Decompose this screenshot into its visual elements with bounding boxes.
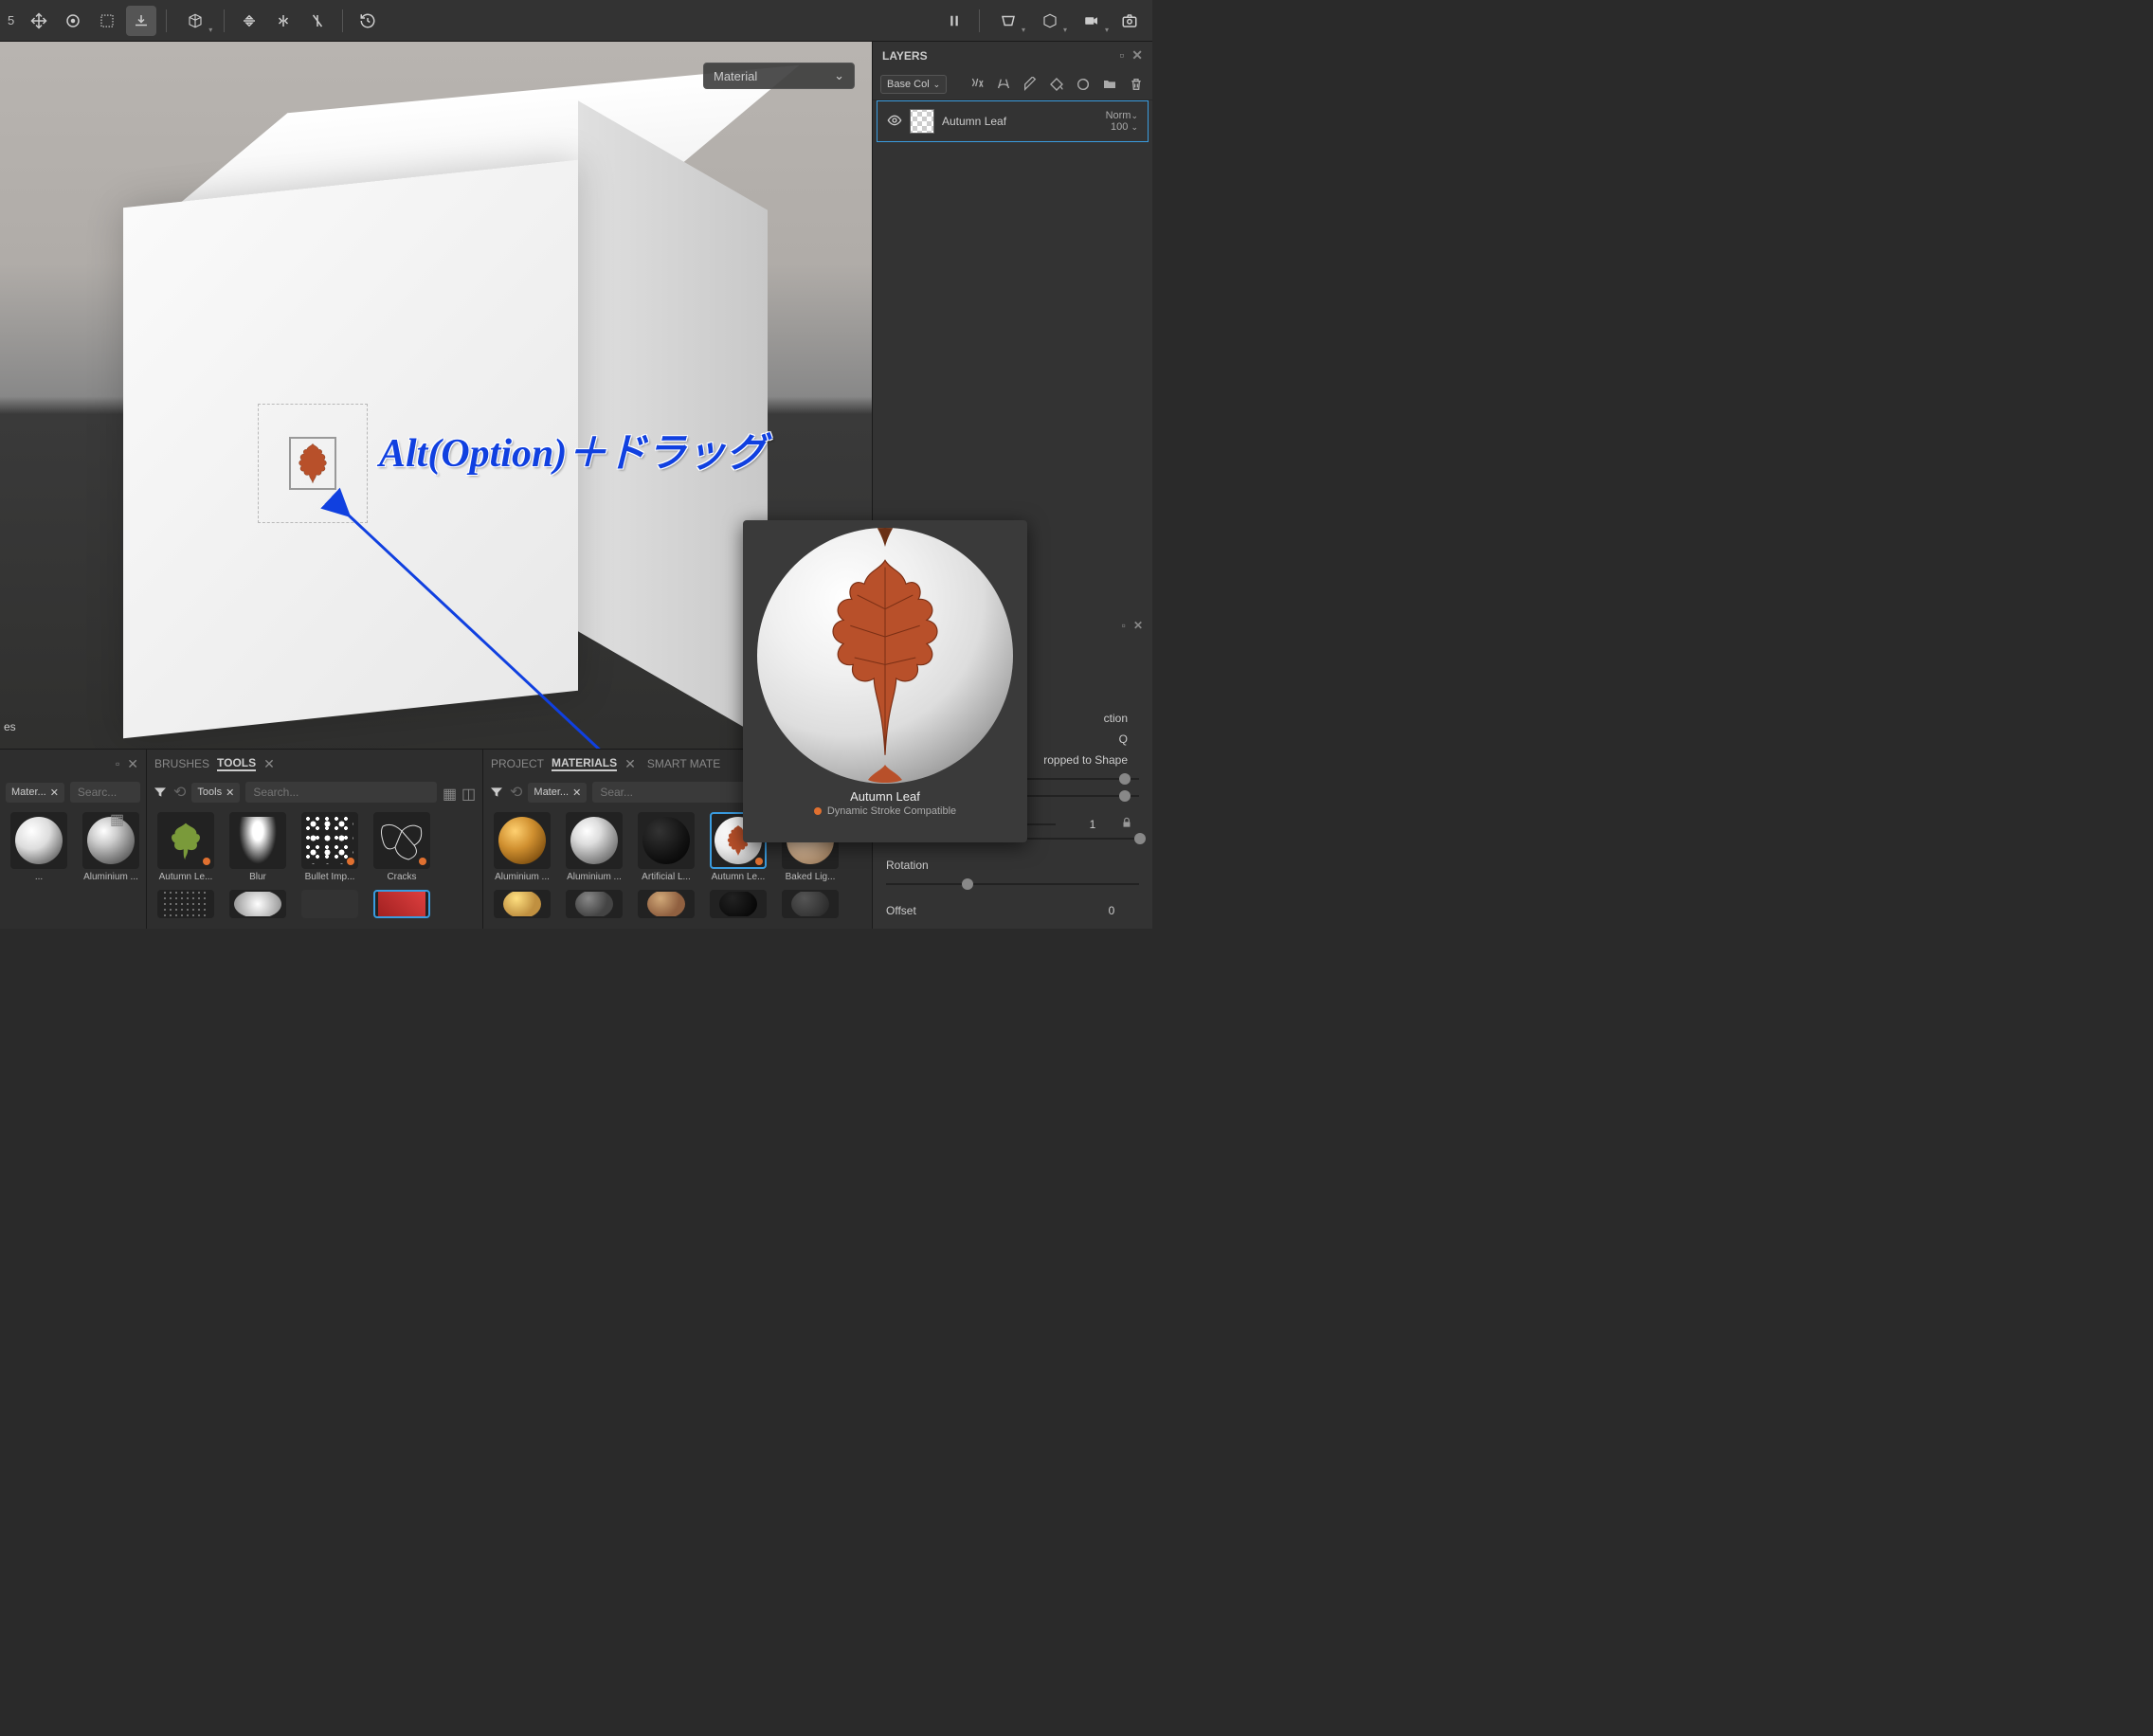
undock-icon[interactable]: ▫: [1119, 47, 1124, 63]
mirror-h-tool[interactable]: [268, 6, 299, 36]
bottom-shelf: ▫ ✕ Mater...✕ ... Aluminium ... ▦ BRUSHE…: [0, 749, 872, 929]
shelf-item[interactable]: Bullet Imp...: [297, 812, 363, 882]
close-icon[interactable]: ✕: [127, 756, 138, 772]
divider: [342, 9, 343, 32]
chevron-down-icon: ⌄: [834, 68, 844, 83]
leaf-decal: [275, 421, 351, 506]
offset-value: 0: [1084, 904, 1139, 917]
tooltip-subtitle: Dynamic Stroke Compatible: [814, 805, 956, 817]
target-tool[interactable]: [58, 6, 88, 36]
tab-smart-materials[interactable]: SMART MATE: [647, 757, 720, 770]
visibility-icon[interactable]: [887, 113, 902, 131]
lock-icon[interactable]: [1120, 816, 1139, 832]
grid-large-icon[interactable]: ▦: [110, 810, 125, 825]
shelf-item[interactable]: Aluminium ...: [489, 812, 555, 882]
close-icon[interactable]: ✕: [624, 756, 636, 772]
camera-tool[interactable]: ▾: [1073, 6, 1111, 36]
symmetry-off-tool[interactable]: [302, 6, 333, 36]
divider: [979, 9, 980, 32]
rotation-slider[interactable]: [886, 883, 1139, 885]
close-icon[interactable]: ✕: [1131, 47, 1143, 63]
undock-icon[interactable]: ▫: [1122, 619, 1126, 632]
shelf-item[interactable]: Cracks: [369, 812, 435, 882]
material-dropdown[interactable]: Material ⌄: [703, 63, 855, 89]
mask-icon[interactable]: [995, 76, 1012, 93]
shelf-item[interactable]: Artificial L...: [633, 812, 699, 882]
search-input[interactable]: [245, 782, 437, 803]
rotation-label: Rotation: [886, 859, 1139, 872]
pause-button[interactable]: [939, 6, 969, 36]
material-dropdown-label: Material: [714, 69, 757, 83]
layers-title: LAYERS: [882, 49, 928, 63]
filter-chip[interactable]: Tools✕: [191, 783, 240, 803]
tab-tools[interactable]: TOOLS: [217, 756, 256, 771]
layer-name: Autumn Leaf: [942, 115, 1098, 128]
scale-value: 1: [1065, 818, 1120, 831]
tab-brushes[interactable]: BRUSHES: [154, 757, 209, 770]
mirror-v-tool[interactable]: [234, 6, 264, 36]
close-icon[interactable]: ✕: [1133, 619, 1143, 632]
truncated-label: es: [4, 720, 16, 733]
undock-icon[interactable]: ▫: [116, 757, 119, 770]
filter-icon[interactable]: [489, 785, 504, 800]
bucket-icon[interactable]: [1048, 76, 1065, 93]
tooltip-sphere: [757, 528, 1013, 784]
layers-toolbar: Base Col⌄: [873, 69, 1152, 100]
screenshot-tool[interactable]: [1114, 6, 1145, 36]
material-preview-tooltip: Autumn Leaf Dynamic Stroke Compatible: [743, 520, 1027, 842]
trash-icon[interactable]: [1128, 76, 1145, 93]
grid-small-icon[interactable]: ▦: [443, 785, 458, 800]
smart-mat-icon[interactable]: [1075, 76, 1092, 93]
selection-tool[interactable]: [92, 6, 122, 36]
top-toolbar: 5 ▾ ▾ ▾ ▾: [0, 0, 1152, 42]
layer-row[interactable]: Autumn Leaf Norm⌄ 100 ⌄: [877, 100, 1149, 142]
annotation-text: Alt(Option)＋ドラッグ: [379, 421, 766, 479]
grid-large-icon[interactable]: ◫: [461, 785, 477, 800]
truncated-number: 5: [8, 13, 14, 27]
divider: [224, 9, 225, 32]
filter-icon[interactable]: [153, 785, 168, 800]
divider: [166, 9, 167, 32]
folder-icon[interactable]: [1101, 76, 1118, 93]
layers-header: LAYERS ▫ ✕: [873, 42, 1152, 69]
shelf-item[interactable]: Aluminium ...: [561, 812, 627, 882]
channel-select[interactable]: Base Col⌄: [880, 75, 947, 94]
close-icon[interactable]: ✕: [263, 756, 275, 772]
fx-icon[interactable]: [968, 76, 986, 93]
shelf-item[interactable]: Blur: [225, 812, 291, 882]
tooltip-name: Autumn Leaf: [850, 789, 920, 804]
display-mode-tool[interactable]: ▾: [1031, 6, 1069, 36]
import-tool[interactable]: [126, 6, 156, 36]
shelf-item[interactable]: Autumn Le...: [153, 812, 219, 882]
reset-icon[interactable]: ⟲: [173, 783, 186, 802]
search-input[interactable]: [70, 782, 140, 803]
shelf-item[interactable]: ...: [6, 812, 72, 882]
perspective-tool[interactable]: ▾: [989, 6, 1027, 36]
history-tool[interactable]: [353, 6, 383, 36]
filter-chip[interactable]: Mater...✕: [528, 783, 587, 803]
layer-thumbnail: [910, 109, 934, 134]
offset-label: Offset: [886, 904, 1084, 917]
tab-project[interactable]: PROJECT: [491, 757, 544, 770]
filter-chip[interactable]: Mater...✕: [6, 783, 64, 803]
tab-materials[interactable]: MATERIALS: [552, 756, 617, 771]
move-tool[interactable]: [24, 6, 54, 36]
brush-icon[interactable]: [1022, 76, 1039, 93]
reset-icon[interactable]: ⟲: [510, 783, 522, 802]
geometry-tool[interactable]: ▾: [176, 6, 214, 36]
